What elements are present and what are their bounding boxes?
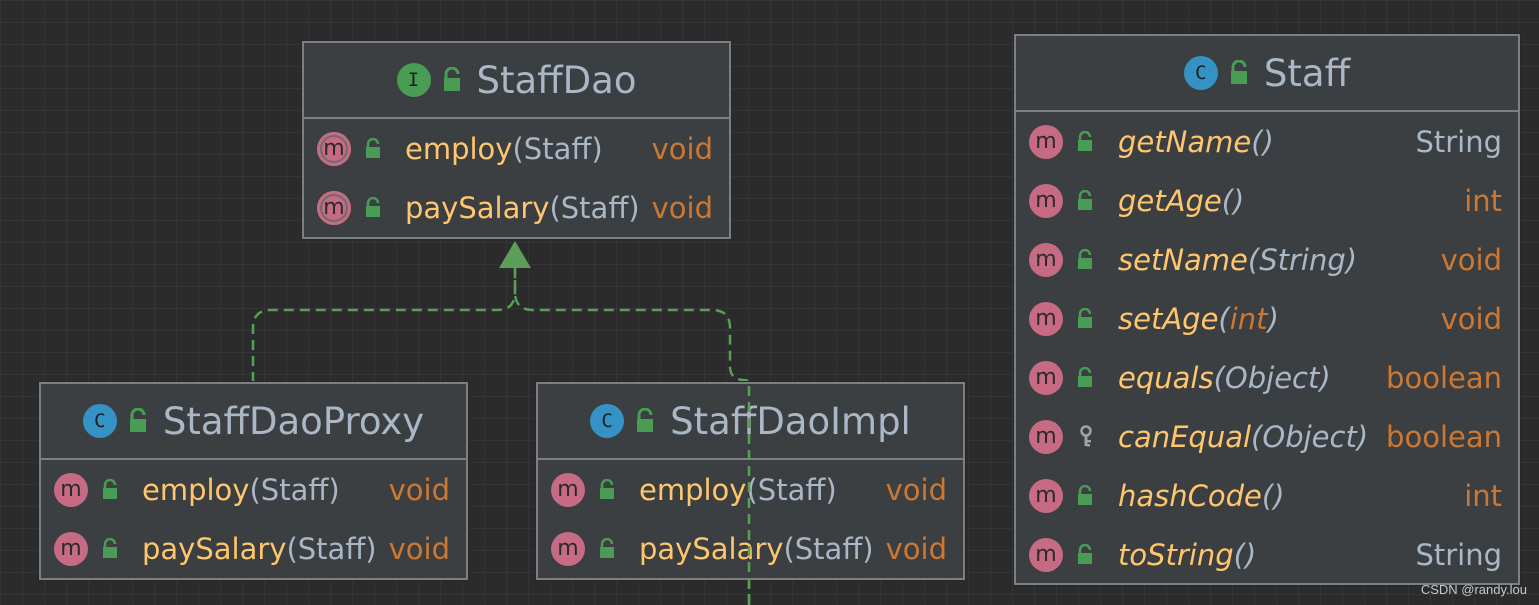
abstract-method-icon: m [317,190,351,225]
method-signature: employ(Staff) [639,472,837,507]
class-staff-box[interactable]: C Staff m getName() String m getAge() in… [1014,34,1520,585]
method-icon: m [1029,419,1063,454]
return-type: void [388,472,450,507]
public-lock-icon [637,408,654,432]
method-row-tostring[interactable]: m toString() String [1016,525,1518,584]
return-type: void [885,531,947,566]
method-row-employ[interactable]: m employ(Staff) void [538,460,963,519]
method-row-setage[interactable]: m setAge(int) void [1016,289,1518,348]
method-row-paysalary[interactable]: m paySalary(Staff) void [41,519,466,578]
return-type: int [1464,183,1502,218]
protected-key-icon [1080,424,1092,446]
method-row-equals[interactable]: m equals(Object) boolean [1016,348,1518,407]
return-type: void [651,190,713,225]
class-staffdaoimpl-header: C StaffDaoImpl [538,384,963,460]
return-type: void [388,531,450,566]
class-staff-header: C Staff [1016,36,1518,112]
method-signature: hashCode() [1118,478,1285,513]
class-staffdaoimpl-box[interactable]: C StaffDaoImpl m employ(Staff) void m pa… [536,382,965,580]
public-lock-icon [129,408,146,432]
public-lock-icon [1078,543,1092,564]
class-icon: C [1183,56,1218,90]
method-icon: m [1029,124,1063,159]
return-type: String [1415,537,1502,572]
method-icon: m [1029,537,1063,572]
method-signature: paySalary(Staff) [639,531,874,566]
method-row-employ[interactable]: m employ(Staff) void [304,119,729,178]
return-type: String [1415,124,1502,159]
interface-icon: I [396,63,431,97]
method-row-paysalary[interactable]: m paySalary(Staff) void [304,178,729,237]
method-icon: m [54,472,88,507]
return-type: int [1464,478,1502,513]
public-lock-icon [600,537,614,558]
method-icon: m [1029,360,1063,395]
method-icon: m [1029,242,1063,277]
uml-class-diagram: I StaffDao m employ(Staff) void m paySal… [0,0,1539,605]
method-signature: getAge() [1118,183,1245,218]
method-signature: equals(Object) [1118,360,1331,395]
class-name: Staff [1263,51,1351,95]
method-signature: setName(String) [1118,242,1358,277]
class-name: StaffDao [476,58,637,102]
method-row-canequal[interactable]: m canEqual(Object) boolean [1016,407,1518,466]
return-type: void [885,472,947,507]
method-icon: m [1029,301,1063,336]
return-type: void [1440,242,1502,277]
class-icon: C [82,404,117,438]
method-row-hashcode[interactable]: m hashCode() int [1016,466,1518,525]
return-type: void [1440,301,1502,336]
public-lock-icon [443,67,460,91]
method-icon: m [1029,478,1063,513]
public-lock-icon [103,537,117,558]
abstract-method-icon: m [317,131,351,166]
class-staffdaoproxy-header: C StaffDaoProxy [41,384,466,460]
class-icon: C [590,404,625,438]
class-staffdaoproxy-box[interactable]: C StaffDaoProxy m employ(Staff) void m p… [39,382,468,580]
method-icon: m [551,472,585,507]
method-signature: employ(Staff) [405,131,603,166]
method-row-getname[interactable]: m getName() String [1016,112,1518,171]
return-type: void [651,131,713,166]
public-lock-icon [1078,307,1092,328]
realization-arrowhead [499,241,531,268]
public-lock-icon [366,196,380,217]
method-signature: toString() [1118,537,1257,572]
method-icon: m [551,531,585,566]
public-lock-icon [1078,366,1092,387]
realization-edge-proxy [251,268,517,382]
method-signature: setAge(int) [1118,301,1279,336]
return-type: boolean [1386,360,1502,395]
class-name: StaffDaoProxy [162,399,425,443]
public-lock-icon [600,478,614,499]
method-signature: paySalary(Staff) [405,190,640,225]
method-signature: getName() [1118,124,1274,159]
class-name: StaffDaoImpl [670,399,911,443]
watermark: CSDN @randy.lou [1420,582,1527,597]
method-row-employ[interactable]: m employ(Staff) void [41,460,466,519]
method-row-paysalary[interactable]: m paySalary(Staff) void [538,519,963,578]
method-icon: m [1029,183,1063,218]
public-lock-icon [1078,484,1092,505]
method-row-getage[interactable]: m getAge() int [1016,171,1518,230]
method-signature: canEqual(Object) [1118,419,1369,454]
interface-staffdao-box[interactable]: I StaffDao m employ(Staff) void m paySal… [302,41,731,239]
public-lock-icon [366,137,380,158]
public-lock-icon [103,478,117,499]
public-lock-icon [1230,60,1247,84]
method-signature: employ(Staff) [142,472,340,507]
public-lock-icon [1078,248,1092,269]
public-lock-icon [1078,130,1092,151]
public-lock-icon [1078,189,1092,210]
return-type: boolean [1386,419,1502,454]
method-signature: paySalary(Staff) [142,531,377,566]
method-row-setname[interactable]: m setName(String) void [1016,230,1518,289]
method-icon: m [54,531,88,566]
interface-staffdao-header: I StaffDao [304,43,729,119]
